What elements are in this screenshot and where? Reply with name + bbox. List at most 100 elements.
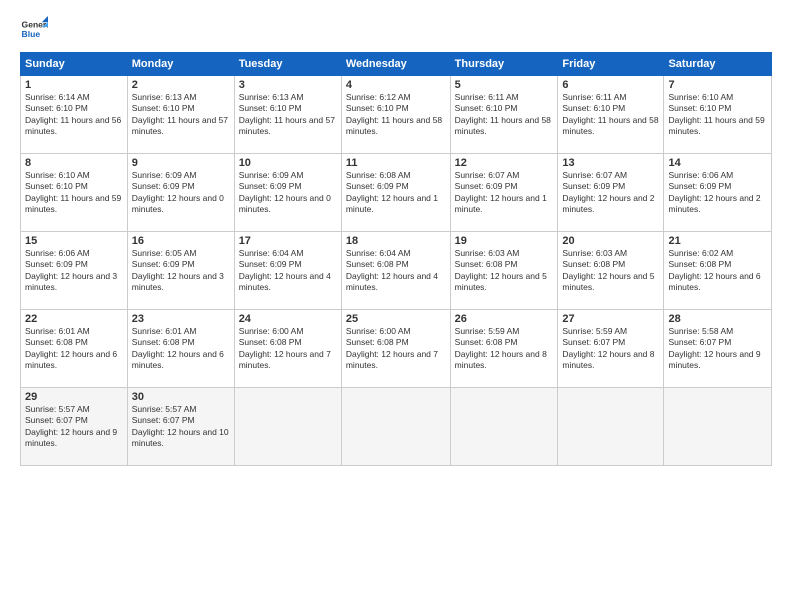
day-cell: 7 Sunrise: 6:10 AMSunset: 6:10 PMDayligh…	[664, 76, 772, 154]
day-number: 17	[239, 235, 337, 247]
day-number: 10	[239, 157, 337, 169]
day-cell: 13 Sunrise: 6:07 AMSunset: 6:09 PMDaylig…	[558, 154, 664, 232]
day-cell: 28 Sunrise: 5:58 AMSunset: 6:07 PMDaylig…	[664, 310, 772, 388]
day-number: 24	[239, 313, 337, 325]
day-info: Sunrise: 5:58 AMSunset: 6:07 PMDaylight:…	[668, 326, 760, 370]
day-number: 8	[25, 157, 123, 169]
day-cell: 3 Sunrise: 6:13 AMSunset: 6:10 PMDayligh…	[234, 76, 341, 154]
day-number: 2	[132, 79, 230, 91]
week-row-3: 15 Sunrise: 6:06 AMSunset: 6:09 PMDaylig…	[21, 232, 772, 310]
weekday-header-sunday: Sunday	[21, 53, 128, 76]
day-number: 19	[455, 235, 554, 247]
day-cell: 5 Sunrise: 6:11 AMSunset: 6:10 PMDayligh…	[450, 76, 558, 154]
day-number: 20	[562, 235, 659, 247]
day-number: 27	[562, 313, 659, 325]
day-cell: 22 Sunrise: 6:01 AMSunset: 6:08 PMDaylig…	[21, 310, 128, 388]
day-info: Sunrise: 6:14 AMSunset: 6:10 PMDaylight:…	[25, 92, 121, 136]
day-cell: 30 Sunrise: 5:57 AMSunset: 6:07 PMDaylig…	[127, 388, 234, 466]
day-cell: 24 Sunrise: 6:00 AMSunset: 6:08 PMDaylig…	[234, 310, 341, 388]
calendar-table: SundayMondayTuesdayWednesdayThursdayFrid…	[20, 52, 772, 466]
day-cell: 1 Sunrise: 6:14 AMSunset: 6:10 PMDayligh…	[21, 76, 128, 154]
day-info: Sunrise: 6:11 AMSunset: 6:10 PMDaylight:…	[455, 92, 551, 136]
day-info: Sunrise: 5:57 AMSunset: 6:07 PMDaylight:…	[132, 404, 229, 448]
day-number: 7	[668, 79, 767, 91]
day-info: Sunrise: 6:07 AMSunset: 6:09 PMDaylight:…	[455, 170, 547, 214]
day-info: Sunrise: 6:06 AMSunset: 6:09 PMDaylight:…	[668, 170, 760, 214]
logo: General Blue	[20, 16, 52, 44]
day-number: 18	[346, 235, 446, 247]
day-info: Sunrise: 5:59 AMSunset: 6:07 PMDaylight:…	[562, 326, 654, 370]
weekday-header-thursday: Thursday	[450, 53, 558, 76]
day-cell: 16 Sunrise: 6:05 AMSunset: 6:09 PMDaylig…	[127, 232, 234, 310]
day-info: Sunrise: 6:00 AMSunset: 6:08 PMDaylight:…	[346, 326, 438, 370]
weekday-header-tuesday: Tuesday	[234, 53, 341, 76]
day-cell	[664, 388, 772, 466]
day-cell: 14 Sunrise: 6:06 AMSunset: 6:09 PMDaylig…	[664, 154, 772, 232]
day-number: 3	[239, 79, 337, 91]
day-info: Sunrise: 6:13 AMSunset: 6:10 PMDaylight:…	[239, 92, 335, 136]
page: General Blue SundayMondayTuesdayWednesda…	[0, 0, 792, 612]
day-info: Sunrise: 6:00 AMSunset: 6:08 PMDaylight:…	[239, 326, 331, 370]
day-number: 26	[455, 313, 554, 325]
day-number: 16	[132, 235, 230, 247]
day-info: Sunrise: 6:01 AMSunset: 6:08 PMDaylight:…	[132, 326, 224, 370]
week-row-5: 29 Sunrise: 5:57 AMSunset: 6:07 PMDaylig…	[21, 388, 772, 466]
day-info: Sunrise: 6:10 AMSunset: 6:10 PMDaylight:…	[25, 170, 121, 214]
day-cell: 12 Sunrise: 6:07 AMSunset: 6:09 PMDaylig…	[450, 154, 558, 232]
day-info: Sunrise: 6:09 AMSunset: 6:09 PMDaylight:…	[239, 170, 331, 214]
day-info: Sunrise: 6:05 AMSunset: 6:09 PMDaylight:…	[132, 248, 224, 292]
day-info: Sunrise: 6:07 AMSunset: 6:09 PMDaylight:…	[562, 170, 654, 214]
day-cell: 17 Sunrise: 6:04 AMSunset: 6:09 PMDaylig…	[234, 232, 341, 310]
day-number: 30	[132, 391, 230, 403]
day-number: 23	[132, 313, 230, 325]
day-number: 5	[455, 79, 554, 91]
day-cell: 21 Sunrise: 6:02 AMSunset: 6:08 PMDaylig…	[664, 232, 772, 310]
day-info: Sunrise: 6:03 AMSunset: 6:08 PMDaylight:…	[455, 248, 547, 292]
day-cell	[450, 388, 558, 466]
day-number: 11	[346, 157, 446, 169]
day-number: 15	[25, 235, 123, 247]
day-cell: 15 Sunrise: 6:06 AMSunset: 6:09 PMDaylig…	[21, 232, 128, 310]
day-info: Sunrise: 6:04 AMSunset: 6:09 PMDaylight:…	[239, 248, 331, 292]
weekday-header-monday: Monday	[127, 53, 234, 76]
day-cell	[341, 388, 450, 466]
day-cell: 23 Sunrise: 6:01 AMSunset: 6:08 PMDaylig…	[127, 310, 234, 388]
day-cell: 4 Sunrise: 6:12 AMSunset: 6:10 PMDayligh…	[341, 76, 450, 154]
day-number: 1	[25, 79, 123, 91]
week-row-1: 1 Sunrise: 6:14 AMSunset: 6:10 PMDayligh…	[21, 76, 772, 154]
day-info: Sunrise: 6:06 AMSunset: 6:09 PMDaylight:…	[25, 248, 117, 292]
day-info: Sunrise: 6:13 AMSunset: 6:10 PMDaylight:…	[132, 92, 228, 136]
day-cell: 18 Sunrise: 6:04 AMSunset: 6:08 PMDaylig…	[341, 232, 450, 310]
weekday-header-wednesday: Wednesday	[341, 53, 450, 76]
weekday-header-saturday: Saturday	[664, 53, 772, 76]
day-cell: 27 Sunrise: 5:59 AMSunset: 6:07 PMDaylig…	[558, 310, 664, 388]
day-cell: 20 Sunrise: 6:03 AMSunset: 6:08 PMDaylig…	[558, 232, 664, 310]
day-number: 21	[668, 235, 767, 247]
svg-text:Blue: Blue	[22, 29, 41, 39]
day-cell: 2 Sunrise: 6:13 AMSunset: 6:10 PMDayligh…	[127, 76, 234, 154]
day-number: 12	[455, 157, 554, 169]
day-info: Sunrise: 5:59 AMSunset: 6:08 PMDaylight:…	[455, 326, 547, 370]
day-cell: 26 Sunrise: 5:59 AMSunset: 6:08 PMDaylig…	[450, 310, 558, 388]
day-number: 14	[668, 157, 767, 169]
day-number: 13	[562, 157, 659, 169]
day-number: 4	[346, 79, 446, 91]
day-info: Sunrise: 6:08 AMSunset: 6:09 PMDaylight:…	[346, 170, 438, 214]
day-cell: 6 Sunrise: 6:11 AMSunset: 6:10 PMDayligh…	[558, 76, 664, 154]
day-cell: 19 Sunrise: 6:03 AMSunset: 6:08 PMDaylig…	[450, 232, 558, 310]
day-cell: 9 Sunrise: 6:09 AMSunset: 6:09 PMDayligh…	[127, 154, 234, 232]
day-info: Sunrise: 6:01 AMSunset: 6:08 PMDaylight:…	[25, 326, 117, 370]
weekday-header-friday: Friday	[558, 53, 664, 76]
day-number: 6	[562, 79, 659, 91]
day-number: 28	[668, 313, 767, 325]
day-cell	[558, 388, 664, 466]
weekday-row: SundayMondayTuesdayWednesdayThursdayFrid…	[21, 53, 772, 76]
header: General Blue	[20, 16, 772, 44]
day-cell: 29 Sunrise: 5:57 AMSunset: 6:07 PMDaylig…	[21, 388, 128, 466]
week-row-2: 8 Sunrise: 6:10 AMSunset: 6:10 PMDayligh…	[21, 154, 772, 232]
day-number: 29	[25, 391, 123, 403]
day-number: 25	[346, 313, 446, 325]
day-info: Sunrise: 6:03 AMSunset: 6:08 PMDaylight:…	[562, 248, 654, 292]
day-cell: 11 Sunrise: 6:08 AMSunset: 6:09 PMDaylig…	[341, 154, 450, 232]
day-cell: 8 Sunrise: 6:10 AMSunset: 6:10 PMDayligh…	[21, 154, 128, 232]
